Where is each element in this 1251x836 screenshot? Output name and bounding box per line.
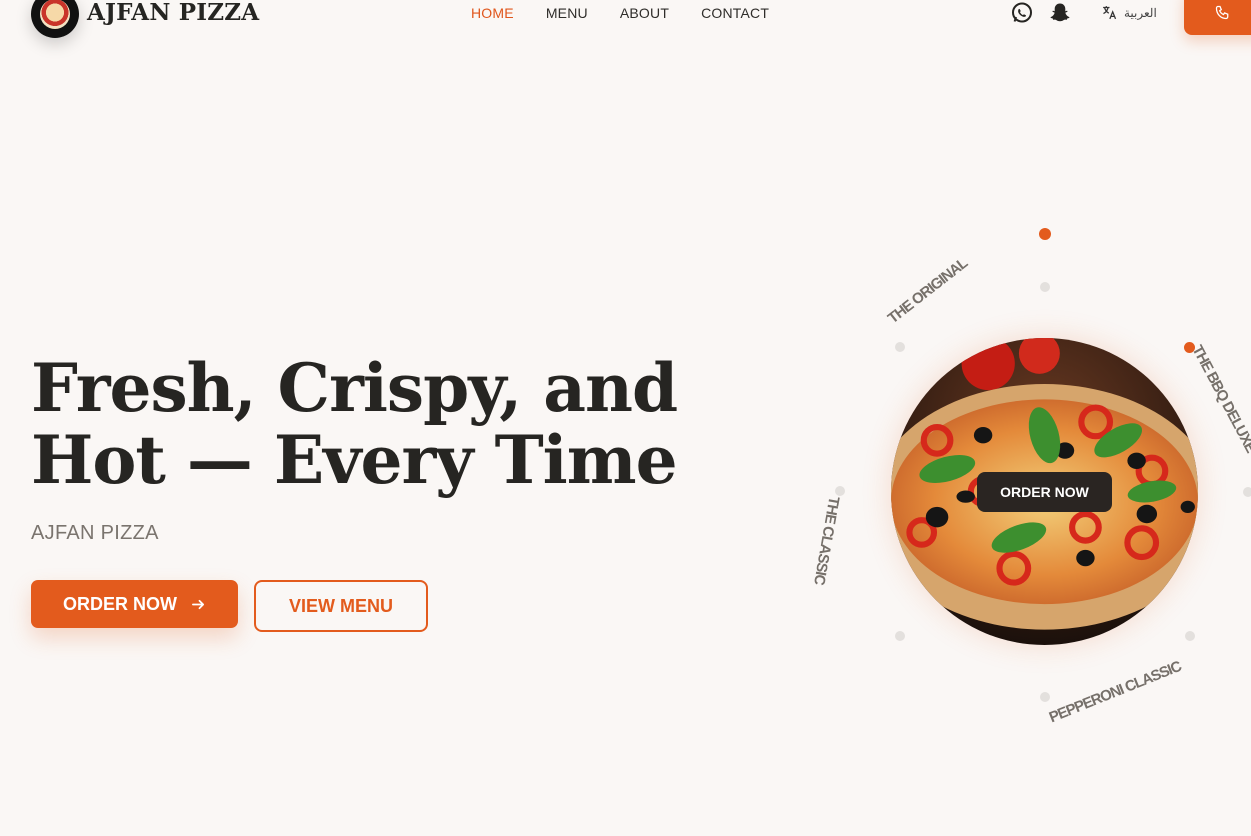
carousel-dot-active[interactable] [1039,228,1051,240]
logo[interactable] [31,0,79,38]
view-menu-button[interactable]: VIEW MENU [254,580,428,632]
site-header: AJFAN PIZZA HOME MENU ABOUT CONTACT العر… [0,0,1251,40]
carousel-dot[interactable] [1040,282,1050,292]
carousel-dot[interactable] [895,342,905,352]
logo-emblem [40,0,70,29]
nav-contact[interactable]: CONTACT [701,5,769,21]
phone-icon [1215,5,1229,20]
phone-button[interactable] [1184,0,1251,35]
nav-about[interactable]: ABOUT [620,5,669,21]
carousel-dot[interactable] [895,631,905,641]
carousel-order-button[interactable]: ORDER NOW [977,472,1112,512]
language-switch[interactable]: العربية [1101,4,1157,21]
carousel-dot[interactable] [1243,487,1251,497]
nav-menu[interactable]: MENU [546,5,588,21]
whatsapp-icon[interactable] [1010,1,1034,25]
arrow-right-icon [192,599,205,609]
order-now-label: ORDER NOW [63,593,177,614]
carousel-dot[interactable] [835,486,845,496]
translate-icon [1103,6,1117,20]
carousel-label[interactable]: PEPPERONI CLASSIC [1047,658,1184,726]
carousel-dot[interactable] [1185,631,1195,641]
carousel-label[interactable]: THE BBQ DELUXE [1188,343,1251,456]
carousel-label[interactable]: THE CLASSIC [810,495,842,586]
order-now-button[interactable]: ORDER NOW [31,580,238,628]
hero-title-line-2: Hot — Every Time [31,421,678,499]
carousel-dot[interactable] [1040,692,1050,702]
nav-home[interactable]: HOME [471,5,514,21]
hero-subtitle: AJFAN PIZZA [31,522,159,544]
hero-title: Fresh, Crispy, and Hot — Every Time [31,352,711,496]
main-nav: HOME MENU ABOUT CONTACT [471,5,769,21]
carousel-label[interactable]: THE ORIGINAL [885,255,971,327]
hero-title-line-1: Fresh, Crispy, and [31,349,678,427]
social-links [1010,1,1072,25]
snapchat-icon[interactable] [1048,1,1072,25]
language-label: العربية [1124,5,1157,20]
brand-name[interactable]: AJFAN PIZZA [87,0,259,26]
